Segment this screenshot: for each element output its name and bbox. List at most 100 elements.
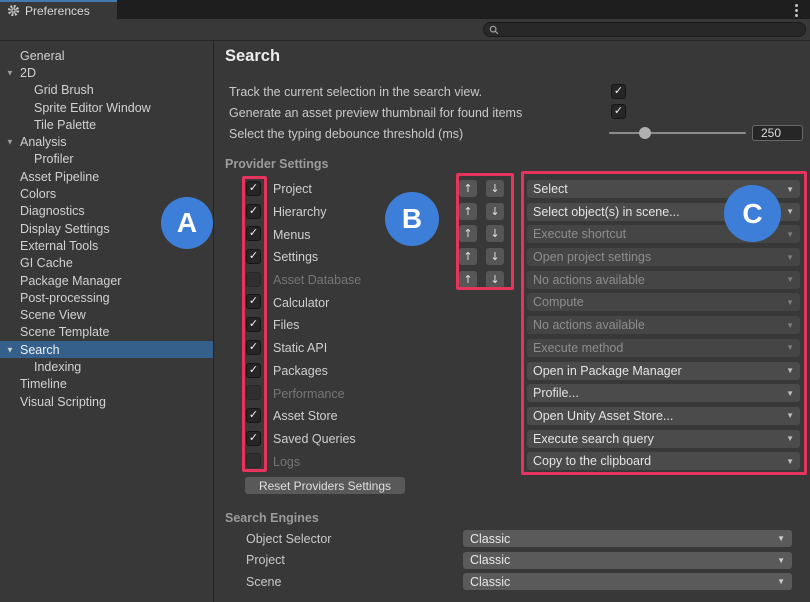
scene-engine-dropdown[interactable]: Classic▼ [463,573,792,590]
sidebar-item-post-processing[interactable]: Post-processing [0,289,213,306]
default-action-dropdown[interactable]: Copy to the clipboard▼ [527,452,800,470]
sidebar-item-general[interactable]: General [0,47,213,64]
track-selection-checkbox[interactable]: ✓ [611,84,626,99]
sidebar-item-2d[interactable]: ▼2D [0,64,213,81]
object-selector-engine-dropdown[interactable]: Classic▼ [463,530,792,547]
move-up-button[interactable]: ↑ [459,248,477,265]
page-title: Search [225,47,280,66]
provider-checkbox[interactable]: ✓ [246,363,261,378]
asset-preview-label: Generate an asset preview thumbnail for … [229,106,522,120]
default-action-dropdown: No actions available▼ [527,316,800,334]
sidebar-item-profiler[interactable]: Profiler [0,151,213,168]
sidebar-item-scene-view[interactable]: Scene View [0,306,213,323]
move-down-button[interactable]: ↓ [486,225,504,242]
chevron-down-icon: ▼ [777,534,785,543]
provider-row-performance: Performance Profile...▼ [215,382,810,405]
sidebar-item-analysis[interactable]: ▼Analysis [0,133,213,150]
provider-checkbox[interactable]: ✓ [246,226,261,241]
move-up-button[interactable]: ↑ [459,225,477,242]
sidebar-item-visual-scripting[interactable]: Visual Scripting [0,393,213,410]
move-down-button[interactable]: ↓ [486,203,504,220]
check-icon: ✓ [249,183,258,194]
sidebar-item-package-manager[interactable]: Package Manager [0,272,213,289]
move-down-button[interactable]: ↓ [486,180,504,197]
default-action-dropdown: Compute▼ [527,293,800,311]
asset-preview-checkbox[interactable]: ✓ [611,104,626,119]
move-down-button[interactable]: ↓ [486,271,504,288]
provider-row-logs: Logs Copy to the clipboard▼ [215,450,810,473]
provider-row-project: ✓ Project ↑ ↓ Select▼ [215,178,810,201]
provider-label: Logs [273,455,300,469]
slider-handle[interactable] [639,127,651,139]
move-up-button[interactable]: ↑ [459,271,477,288]
provider-label: Saved Queries [273,432,356,446]
chevron-down-icon: ▼ [786,185,794,194]
provider-label: Performance [273,387,345,401]
default-action-dropdown[interactable]: Select object(s) in scene...▼ [527,203,800,221]
chevron-down-icon: ▼ [777,556,785,565]
debounce-label: Select the typing debounce threshold (ms… [229,127,463,141]
chevron-down-icon: ▼ [786,207,794,216]
provider-checkbox[interactable]: ✓ [246,294,261,309]
reset-providers-button[interactable]: Reset Providers Settings [245,477,405,494]
check-icon: ✓ [249,251,258,262]
sidebar-item-gi-cache[interactable]: GI Cache [0,255,213,272]
check-icon: ✓ [249,342,258,353]
provider-list: ✓ Project ↑ ↓ Select▼ ✓ Hierarchy ↑ ↓ Se… [215,178,810,473]
default-action-dropdown[interactable]: Profile...▼ [527,384,800,402]
provider-checkbox[interactable]: ✓ [246,431,261,446]
toolbar-search-box[interactable] [483,22,806,37]
provider-checkbox[interactable]: ✓ [246,340,261,355]
provider-checkbox [246,453,261,468]
engine-label: Project [246,553,285,567]
move-down-button[interactable]: ↓ [486,248,504,265]
foldout-triangle-icon[interactable]: ▼ [6,68,14,77]
sidebar-item-indexing[interactable]: Indexing [0,358,213,375]
sidebar-item-external-tools[interactable]: External Tools [0,237,213,254]
sidebar-item-diagnostics[interactable]: Diagnostics [0,203,213,220]
default-action-dropdown[interactable]: Execute search query▼ [527,430,800,448]
sidebar-item-colors[interactable]: Colors [0,185,213,202]
foldout-triangle-icon[interactable]: ▼ [6,345,14,354]
foldout-triangle-icon[interactable]: ▼ [6,138,14,147]
provider-checkbox[interactable]: ✓ [246,204,261,219]
debounce-value-field[interactable]: 250 [752,125,803,141]
default-action-dropdown[interactable]: Open Unity Asset Store...▼ [527,407,800,425]
default-action-dropdown[interactable]: Select▼ [527,180,800,198]
sidebar-item-grid-brush[interactable]: Grid Brush [0,82,213,99]
debounce-slider[interactable] [609,126,746,140]
sidebar-item-sprite-editor-window[interactable]: Sprite Editor Window [0,99,213,116]
provider-checkbox[interactable]: ✓ [246,249,261,264]
search-settings-panel: Search Track the current selection in th… [215,41,810,602]
provider-row-packages: ✓ Packages Open in Package Manager▼ [215,360,810,383]
toolbar-search-input[interactable] [503,23,800,36]
provider-label: Asset Store [273,409,338,423]
sidebar-item-scene-template[interactable]: Scene Template [0,324,213,341]
project-engine-dropdown[interactable]: Classic▼ [463,552,792,569]
provider-checkbox[interactable]: ✓ [246,181,261,196]
default-action-dropdown[interactable]: Open in Package Manager▼ [527,362,800,380]
chevron-down-icon: ▼ [786,411,794,420]
kebab-menu-icon[interactable] [790,3,802,17]
provider-label: Asset Database [273,273,361,287]
move-up-button[interactable]: ↑ [459,180,477,197]
search-engines-header: Search Engines [225,511,319,525]
provider-label: Project [273,182,312,196]
sidebar-item-asset-pipeline[interactable]: Asset Pipeline [0,168,213,185]
provider-label: Hierarchy [273,205,327,219]
sidebar-item-search[interactable]: ▼Search [0,341,213,358]
slider-track [609,132,746,134]
chevron-down-icon: ▼ [786,321,794,330]
sidebar-item-tile-palette[interactable]: Tile Palette [0,116,213,133]
provider-checkbox[interactable]: ✓ [246,317,261,332]
provider-checkbox[interactable]: ✓ [246,408,261,423]
move-up-button[interactable]: ↑ [459,203,477,220]
engine-label: Object Selector [246,532,331,546]
check-icon: ✓ [249,206,258,217]
chevron-down-icon: ▼ [786,389,794,398]
check-icon: ✓ [249,228,258,239]
check-icon: ✓ [249,433,258,444]
sidebar-item-display-settings[interactable]: Display Settings [0,220,213,237]
sidebar-item-timeline[interactable]: Timeline [0,376,213,393]
tab-preferences[interactable]: Preferences [0,0,117,19]
